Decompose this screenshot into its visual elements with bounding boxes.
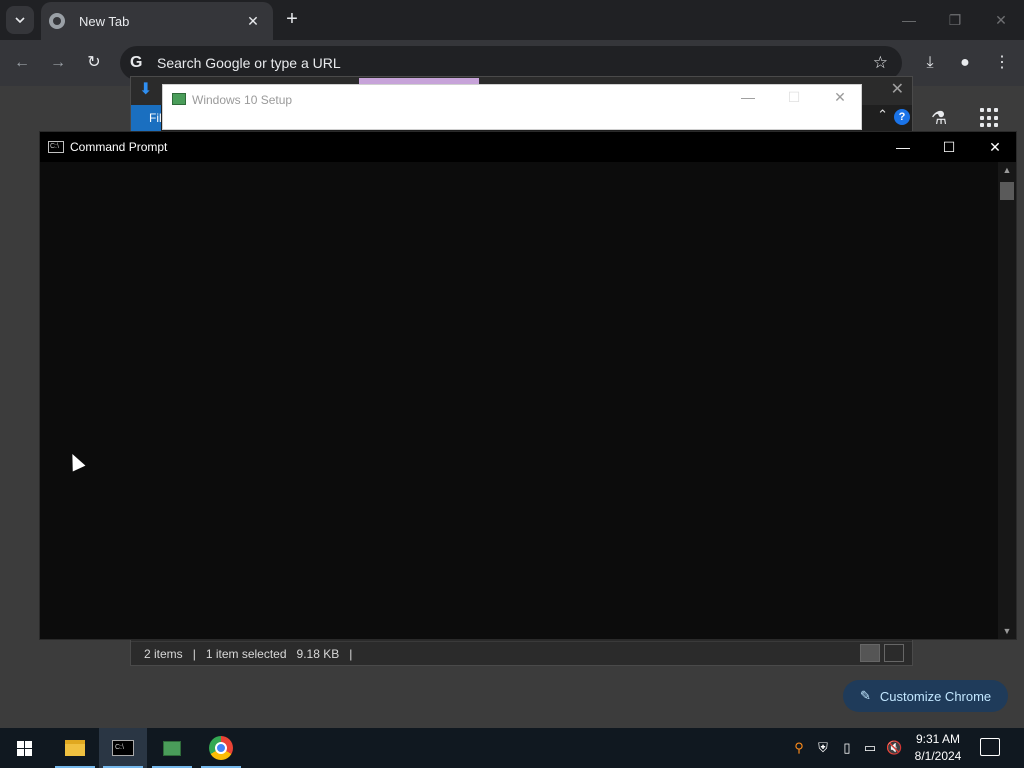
start-button[interactable] bbox=[0, 728, 48, 768]
details-view-icon[interactable] bbox=[860, 644, 880, 662]
forward-icon[interactable]: → bbox=[44, 49, 72, 77]
download-arrow-icon: ⬇ bbox=[139, 81, 153, 98]
minimize-icon[interactable]: — bbox=[894, 8, 924, 32]
setup-taskbar-icon bbox=[163, 740, 181, 756]
cmd-scrollbar[interactable]: ▲ ▼ bbox=[998, 162, 1016, 639]
new-tab-button[interactable]: + bbox=[280, 8, 304, 32]
omnibox[interactable]: G Search Google or type a URL ☆ bbox=[120, 46, 902, 80]
windows-taskbar: C:\ ⚲ ⛨ ▯ ▭ 🔇 9:31 AM 8/1/2024 bbox=[0, 728, 1024, 768]
tab-new-tab[interactable]: New Tab ✕ bbox=[41, 2, 273, 40]
setup-app-icon bbox=[172, 93, 186, 105]
labs-flask-icon[interactable]: ⚗ bbox=[931, 108, 947, 129]
taskbar-windows-setup[interactable] bbox=[148, 728, 196, 768]
cmd-minimize-icon[interactable]: — bbox=[880, 132, 926, 162]
scroll-thumb[interactable] bbox=[1000, 182, 1014, 200]
windows-setup-window: Windows 10 Setup — ☐ ✕ bbox=[162, 84, 862, 130]
status-selected: 1 item selected bbox=[205, 646, 287, 661]
cmd-titlebar: C:\ Command Prompt — ☐ ✕ bbox=[40, 132, 1016, 162]
explorer-close-icon[interactable]: ✕ bbox=[891, 79, 904, 99]
explorer-statusbar: 2 items | 1 item selected 9.18 KB | bbox=[131, 641, 912, 665]
status-separator: | bbox=[349, 646, 353, 661]
back-icon[interactable]: ← bbox=[8, 49, 36, 77]
security-shield-icon[interactable]: ⛨ bbox=[815, 740, 831, 756]
download-icon[interactable]: ⤓ bbox=[916, 49, 944, 77]
setup-minimize-icon[interactable]: — bbox=[733, 89, 763, 105]
cmd-taskbar-icon: C:\ bbox=[112, 740, 134, 756]
status-size: 9.18 KB bbox=[296, 646, 340, 661]
scroll-down-icon[interactable]: ▼ bbox=[998, 623, 1016, 639]
setup-close-icon[interactable]: ✕ bbox=[825, 89, 855, 106]
customize-chrome-label: Customize Chrome bbox=[879, 688, 992, 704]
clock-time: 9:31 AM bbox=[915, 732, 961, 746]
taskbar-clock[interactable]: 9:31 AM 8/1/2024 bbox=[908, 731, 968, 765]
status-separator: | bbox=[192, 646, 196, 661]
cmd-console-area[interactable] bbox=[40, 162, 1000, 639]
usb-device-icon[interactable]: ▯ bbox=[839, 740, 855, 756]
help-icon[interactable]: ? bbox=[894, 109, 910, 125]
cmd-app-icon: C:\ bbox=[48, 141, 64, 153]
reload-icon[interactable]: ↻ bbox=[80, 49, 108, 77]
menu-kebab-icon[interactable]: ⋮ bbox=[988, 49, 1016, 77]
chevron-down-icon bbox=[15, 17, 25, 23]
scroll-up-icon[interactable]: ▲ bbox=[998, 162, 1016, 178]
restore-icon[interactable]: ❐ bbox=[940, 8, 970, 32]
cmd-maximize-icon[interactable]: ☐ bbox=[926, 132, 972, 162]
tab-search-button[interactable] bbox=[6, 6, 34, 34]
google-logo-icon: G bbox=[130, 54, 143, 71]
taskbar-command-prompt[interactable]: C:\ bbox=[99, 728, 147, 768]
cmd-title: Command Prompt bbox=[70, 140, 168, 154]
profile-icon[interactable]: ● bbox=[951, 49, 979, 77]
chrome-favicon-icon bbox=[49, 13, 65, 29]
taskbar-file-explorer[interactable] bbox=[51, 728, 99, 768]
chrome-tabstrip: New Tab ✕ + — ❐ ✕ bbox=[0, 0, 1024, 40]
folder-icon bbox=[65, 740, 85, 756]
status-items: 2 items bbox=[144, 646, 183, 661]
chrome-icon bbox=[209, 736, 233, 760]
tab-title: New Tab bbox=[79, 13, 130, 29]
ribbon-collapse-icon[interactable]: ⌃ bbox=[877, 107, 888, 123]
pencil-icon: ✎ bbox=[860, 688, 871, 703]
ribbon-file-tab[interactable]: Fil bbox=[131, 105, 162, 131]
command-prompt-window: C:\ Command Prompt — ☐ ✕ ▲ ▼ bbox=[39, 131, 1017, 640]
large-icons-view-icon[interactable] bbox=[884, 644, 904, 662]
bookmark-star-icon[interactable]: ☆ bbox=[873, 53, 888, 73]
taskbar-chrome[interactable] bbox=[197, 728, 245, 768]
volume-muted-icon[interactable]: 🔇 bbox=[886, 740, 902, 756]
setup-title: Windows 10 Setup bbox=[192, 93, 293, 107]
setup-maximize-icon[interactable]: ☐ bbox=[779, 89, 809, 106]
search-tray-icon[interactable]: ⚲ bbox=[791, 740, 807, 756]
omnibox-placeholder: Search Google or type a URL bbox=[157, 55, 341, 71]
tab-close-icon[interactable]: ✕ bbox=[245, 13, 261, 30]
windows-logo-icon bbox=[16, 740, 32, 756]
window-close-icon[interactable]: ✕ bbox=[986, 8, 1016, 32]
cmd-close-icon[interactable]: ✕ bbox=[972, 132, 1018, 162]
clock-date: 8/1/2024 bbox=[914, 749, 962, 763]
network-icon[interactable]: ▭ bbox=[862, 740, 878, 756]
action-center-icon[interactable] bbox=[980, 738, 1000, 756]
customize-chrome-button[interactable]: ✎ Customize Chrome bbox=[843, 680, 1008, 712]
google-apps-icon[interactable] bbox=[980, 108, 1000, 128]
